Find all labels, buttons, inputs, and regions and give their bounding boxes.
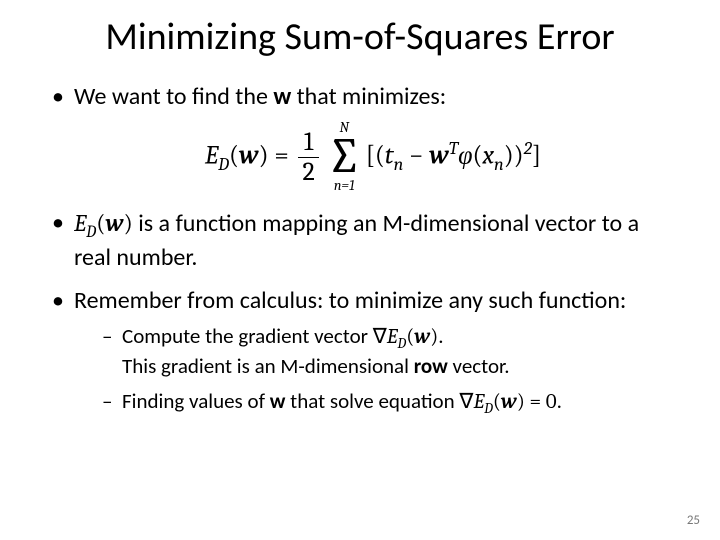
equation-main: ED(w) = 12N∑n=1[(tn − wTφ(xn))2] <box>74 121 672 194</box>
vec-w3: w <box>105 209 123 237</box>
lparen5: ( <box>493 390 501 414</box>
text: Finding values of <box>122 388 270 414</box>
sup-T: T <box>449 138 458 159</box>
text: This gradient is an M-dimensional <box>122 353 414 379</box>
slide-title: Minimizing Sum-of-Squares Error <box>0 0 720 60</box>
equals: = <box>269 140 295 170</box>
inline-ED-w: ED(w) <box>74 209 133 237</box>
sub-bullet-2: Finding values of w that solve equation … <box>100 388 672 418</box>
lparen: ( <box>229 140 239 170</box>
vec-w4: w <box>414 325 430 349</box>
bold-w: w <box>273 82 291 111</box>
sub-D2: D <box>86 223 96 242</box>
vec-w2: w <box>429 140 449 170</box>
var-E4: E <box>473 390 484 414</box>
sub-D4: D <box>484 400 493 417</box>
text: vector. <box>448 353 510 379</box>
bullet-1: We want to find the w that minimizes: ED… <box>48 82 672 194</box>
vec-w: w <box>239 140 259 170</box>
rparen4: ) <box>124 209 133 237</box>
var-E: E <box>205 140 218 170</box>
rparen3: ) <box>514 140 524 170</box>
text: is a function mapping an M-dimensional v… <box>74 209 639 272</box>
bullet-3: Remember from calculus: to minimize any … <box>48 286 672 419</box>
vec-w5: w <box>501 390 517 414</box>
rparen6: ) <box>517 390 525 414</box>
nabla-icon2: ∇ <box>459 390 473 414</box>
denominator: 2 <box>298 158 318 187</box>
rbracket: ] <box>532 140 541 170</box>
eq-zero: = 0 <box>525 390 557 414</box>
text: . <box>438 323 443 349</box>
var-t: t <box>385 140 394 170</box>
sigma-icon: ∑ <box>327 135 362 179</box>
lbracket: [( <box>366 140 385 170</box>
fraction-half: 12 <box>298 128 318 186</box>
text: Remember from calculus: to minimize any … <box>74 286 626 315</box>
lparen2: ( <box>473 140 483 170</box>
text: that solve equation <box>285 388 459 414</box>
phi: φ <box>458 140 472 170</box>
slide-body: We want to find the w that minimizes: ED… <box>0 60 720 418</box>
minus: − <box>403 140 429 170</box>
var-E3: E <box>387 325 398 349</box>
text: that minimizes: <box>291 82 446 111</box>
page-number: 25 <box>687 513 700 528</box>
var-E2: E <box>74 209 86 237</box>
text: Compute the gradient vector <box>122 323 373 349</box>
bullet-2: ED(w) is a function mapping an M-dimensi… <box>48 208 672 274</box>
sub-bullet-1: Compute the gradient vector ∇ED(w). This… <box>100 323 672 381</box>
summation: N∑n=1 <box>327 121 362 194</box>
sub-D: D <box>218 154 229 175</box>
numerator: 1 <box>298 128 318 158</box>
nabla-icon: ∇ <box>373 325 387 349</box>
inline-grad: ∇ED(w) <box>373 325 439 349</box>
bold-row: row <box>414 353 448 379</box>
sup-2: 2 <box>524 138 532 159</box>
rparen: ) <box>259 140 269 170</box>
inline-grad-eq0: ∇ED(w) = 0 <box>459 390 556 414</box>
bold-w2: w <box>270 388 286 414</box>
sub-n: n <box>394 154 404 175</box>
text: We want to find the <box>74 82 273 111</box>
sub-bullet-list: Compute the gradient vector ∇ED(w). This… <box>74 323 672 419</box>
lparen3: ( <box>96 209 105 237</box>
slide: Minimizing Sum-of-Squares Error We want … <box>0 0 720 540</box>
bullet-list: We want to find the w that minimizes: ED… <box>48 82 672 418</box>
sub-D3: D <box>397 335 406 352</box>
var-x: x <box>482 140 494 170</box>
text: . <box>557 388 562 414</box>
sub-n2: n <box>494 154 504 175</box>
rparen2: ) <box>504 140 514 170</box>
